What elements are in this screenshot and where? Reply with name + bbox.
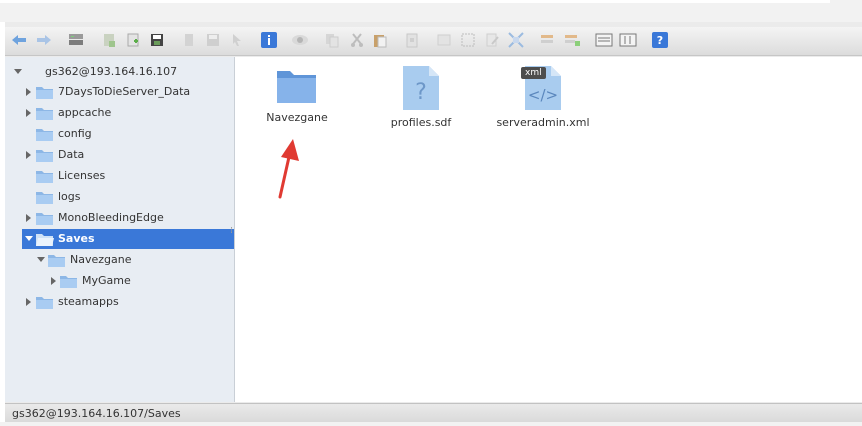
file-list-area: Navezgane ? profiles.sdf </> xml servera… <box>235 57 862 402</box>
tree-item-mygame[interactable]: MyGame <box>5 271 229 291</box>
server-icon[interactable] <box>66 30 86 50</box>
folder-large-icon <box>277 71 316 103</box>
tree-item-label: Navezgane <box>70 253 132 266</box>
expand-toggle-icon[interactable] <box>23 103 35 123</box>
expand-toggle-icon[interactable] <box>23 145 35 165</box>
help-icon[interactable]: ? <box>650 30 670 50</box>
save-icon[interactable] <box>147 30 167 50</box>
file-type-badge: xml <box>521 67 546 79</box>
folder-icon <box>36 129 53 141</box>
tree-item-appcache[interactable]: appcache <box>5 103 229 123</box>
expand-toggle-icon[interactable] <box>23 208 35 228</box>
save-disabled-icon[interactable] <box>203 30 223 50</box>
expand-toggle-icon[interactable] <box>23 82 35 102</box>
copy-icon[interactable] <box>322 30 342 50</box>
file-item-profiles-sdf[interactable]: ? profiles.sdf <box>371 65 471 129</box>
tree-item-label: steamapps <box>58 295 119 308</box>
sort-icon[interactable] <box>618 30 638 50</box>
tree-item-config[interactable]: config <box>5 124 229 144</box>
new-folder-icon[interactable] <box>99 30 119 50</box>
back-icon[interactable] <box>9 30 29 50</box>
collapse-toggle-icon[interactable] <box>23 229 35 249</box>
status-path: gs362@193.164.16.107/Saves <box>12 407 181 420</box>
open-icon[interactable] <box>179 30 199 50</box>
tree-item-data[interactable]: Data <box>5 145 229 165</box>
preview-icon[interactable] <box>290 30 310 50</box>
tree-item-7daystodieserver-data[interactable]: 7DaysToDieServer_Data <box>5 82 229 102</box>
tree-item-saves-selected[interactable]: Saves ⁞ <box>22 226 234 249</box>
folder-icon <box>36 213 53 225</box>
top-strip <box>0 0 830 3</box>
folder-icon <box>36 171 53 183</box>
svg-text:?: ? <box>415 80 427 105</box>
new-file-icon[interactable] <box>123 30 143 50</box>
resize-icon[interactable] <box>506 30 526 50</box>
folder-icon <box>36 87 53 99</box>
info-icon[interactable] <box>259 30 279 50</box>
tree-item-label: logs <box>58 190 81 203</box>
list-view-icon[interactable] <box>594 30 614 50</box>
tree-item-label: config <box>58 127 92 140</box>
svg-text:?: ? <box>657 34 663 47</box>
svg-text:</>: </> <box>528 86 558 104</box>
extract-icon[interactable] <box>538 30 558 50</box>
tree-item-label: Saves <box>58 232 95 245</box>
tree-root[interactable]: gs362@193.164.16.107 <box>5 62 229 82</box>
tree-item-label: MonoBleedingEdge <box>58 211 164 224</box>
folder-icon <box>36 150 53 162</box>
tree-item-navezgane[interactable]: Navezgane <box>5 250 229 270</box>
select-all-icon[interactable] <box>458 30 478 50</box>
open-folder-icon <box>36 234 54 246</box>
select-icon[interactable] <box>227 30 247 50</box>
tree-item-label: MyGame <box>82 274 131 287</box>
cut-icon[interactable] <box>347 30 367 50</box>
top-gap <box>0 0 862 22</box>
folder-icon <box>36 297 53 309</box>
file-item-navezgane[interactable]: Navezgane <box>247 67 347 124</box>
file-item-serveradmin-xml[interactable]: </> xml serveradmin.xml <box>493 65 593 129</box>
folder-icon <box>36 192 53 204</box>
tree-item-label: Licenses <box>58 169 106 182</box>
expand-toggle-icon[interactable] <box>23 292 35 312</box>
tree-item-logs[interactable]: logs <box>5 187 229 207</box>
rename-icon[interactable] <box>434 30 454 50</box>
unknown-file-icon: ? <box>403 66 439 110</box>
folder-icon <box>60 276 77 288</box>
annotation-arrow-icon <box>278 139 299 199</box>
tree-item-monobleedingedge[interactable]: MonoBleedingEdge <box>5 208 229 228</box>
tree-item-label: 7DaysToDieServer_Data <box>58 85 191 98</box>
tree-item-steamapps[interactable]: steamapps <box>5 292 229 312</box>
resize-grip-icon[interactable]: ⁞ <box>230 226 233 236</box>
paste-icon[interactable] <box>370 30 390 50</box>
tree-item-licenses[interactable]: Licenses <box>5 166 229 186</box>
folder-tree: gs362@193.164.16.107 7DaysToDieServer_Da… <box>5 57 235 402</box>
duplicate-icon[interactable] <box>402 30 422 50</box>
toolbar: ? <box>5 27 862 56</box>
file-name: profiles.sdf <box>390 116 452 129</box>
status-bar: gs362@193.164.16.107/Saves <box>5 403 862 423</box>
expand-toggle-icon[interactable] <box>48 271 60 291</box>
folder-icon <box>48 255 65 267</box>
bottom-gap <box>0 422 862 426</box>
tree-item-label: Data <box>58 148 85 161</box>
collapse-toggle-icon[interactable] <box>35 250 47 270</box>
forward-icon[interactable] <box>34 30 54 50</box>
tree-item-label: appcache <box>58 106 112 119</box>
archive-icon[interactable] <box>562 30 582 50</box>
folder-icon <box>36 108 53 120</box>
collapse-toggle-icon[interactable] <box>12 62 24 82</box>
tree-root-label: gs362@193.164.16.107 <box>45 65 178 78</box>
edit-icon[interactable] <box>482 30 502 50</box>
file-name: Navezgane <box>266 111 328 124</box>
file-name: serveradmin.xml <box>496 116 590 129</box>
